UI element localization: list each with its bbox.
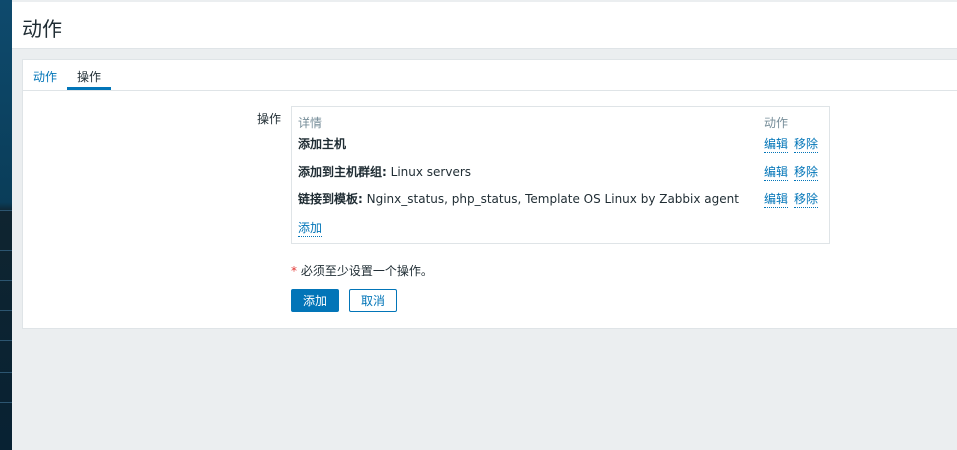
edit-link[interactable]: 编辑	[764, 163, 789, 181]
tab-action[interactable]: 动作	[23, 68, 67, 90]
operations-label: 操作	[257, 112, 282, 126]
page-title: 动作	[22, 17, 62, 41]
operation-detail: 添加主机	[298, 137, 347, 151]
sidebar	[0, 0, 12, 450]
remove-link[interactable]: 移除	[794, 163, 819, 181]
operation-detail: 添加到主机群组: Linux servers	[298, 165, 472, 179]
tab-bar: 动作 操作	[23, 60, 957, 91]
remove-link[interactable]: 移除	[794, 135, 819, 153]
add-operation-link[interactable]: 添加	[298, 219, 323, 237]
column-header-actions: 动作	[764, 116, 789, 130]
form-panel: 动作 操作 操作 详情 动作 添加主机 编辑 移除 添加到主机群组: Linux…	[22, 59, 957, 329]
required-note: * 必须至少设置一个操作。	[291, 264, 433, 278]
remove-link[interactable]: 移除	[794, 190, 819, 208]
operations-table: 详情 动作 添加主机 编辑 移除 添加到主机群组: Linux servers …	[291, 106, 830, 244]
tab-operations[interactable]: 操作	[67, 68, 112, 90]
table-row: 添加到主机群组: Linux servers 编辑 移除	[298, 163, 828, 183]
table-row: 链接到模板: Nginx_status, php_status, Templat…	[298, 190, 828, 210]
page-header: 动作	[12, 2, 957, 49]
add-button[interactable]: 添加	[291, 289, 339, 312]
column-header-details: 详情	[298, 116, 323, 130]
edit-link[interactable]: 编辑	[764, 190, 789, 208]
cancel-button[interactable]: 取消	[349, 289, 397, 312]
operation-detail: 链接到模板: Nginx_status, php_status, Templat…	[298, 192, 739, 206]
edit-link[interactable]: 编辑	[764, 135, 789, 153]
table-row: 添加主机 编辑 移除	[298, 135, 828, 155]
